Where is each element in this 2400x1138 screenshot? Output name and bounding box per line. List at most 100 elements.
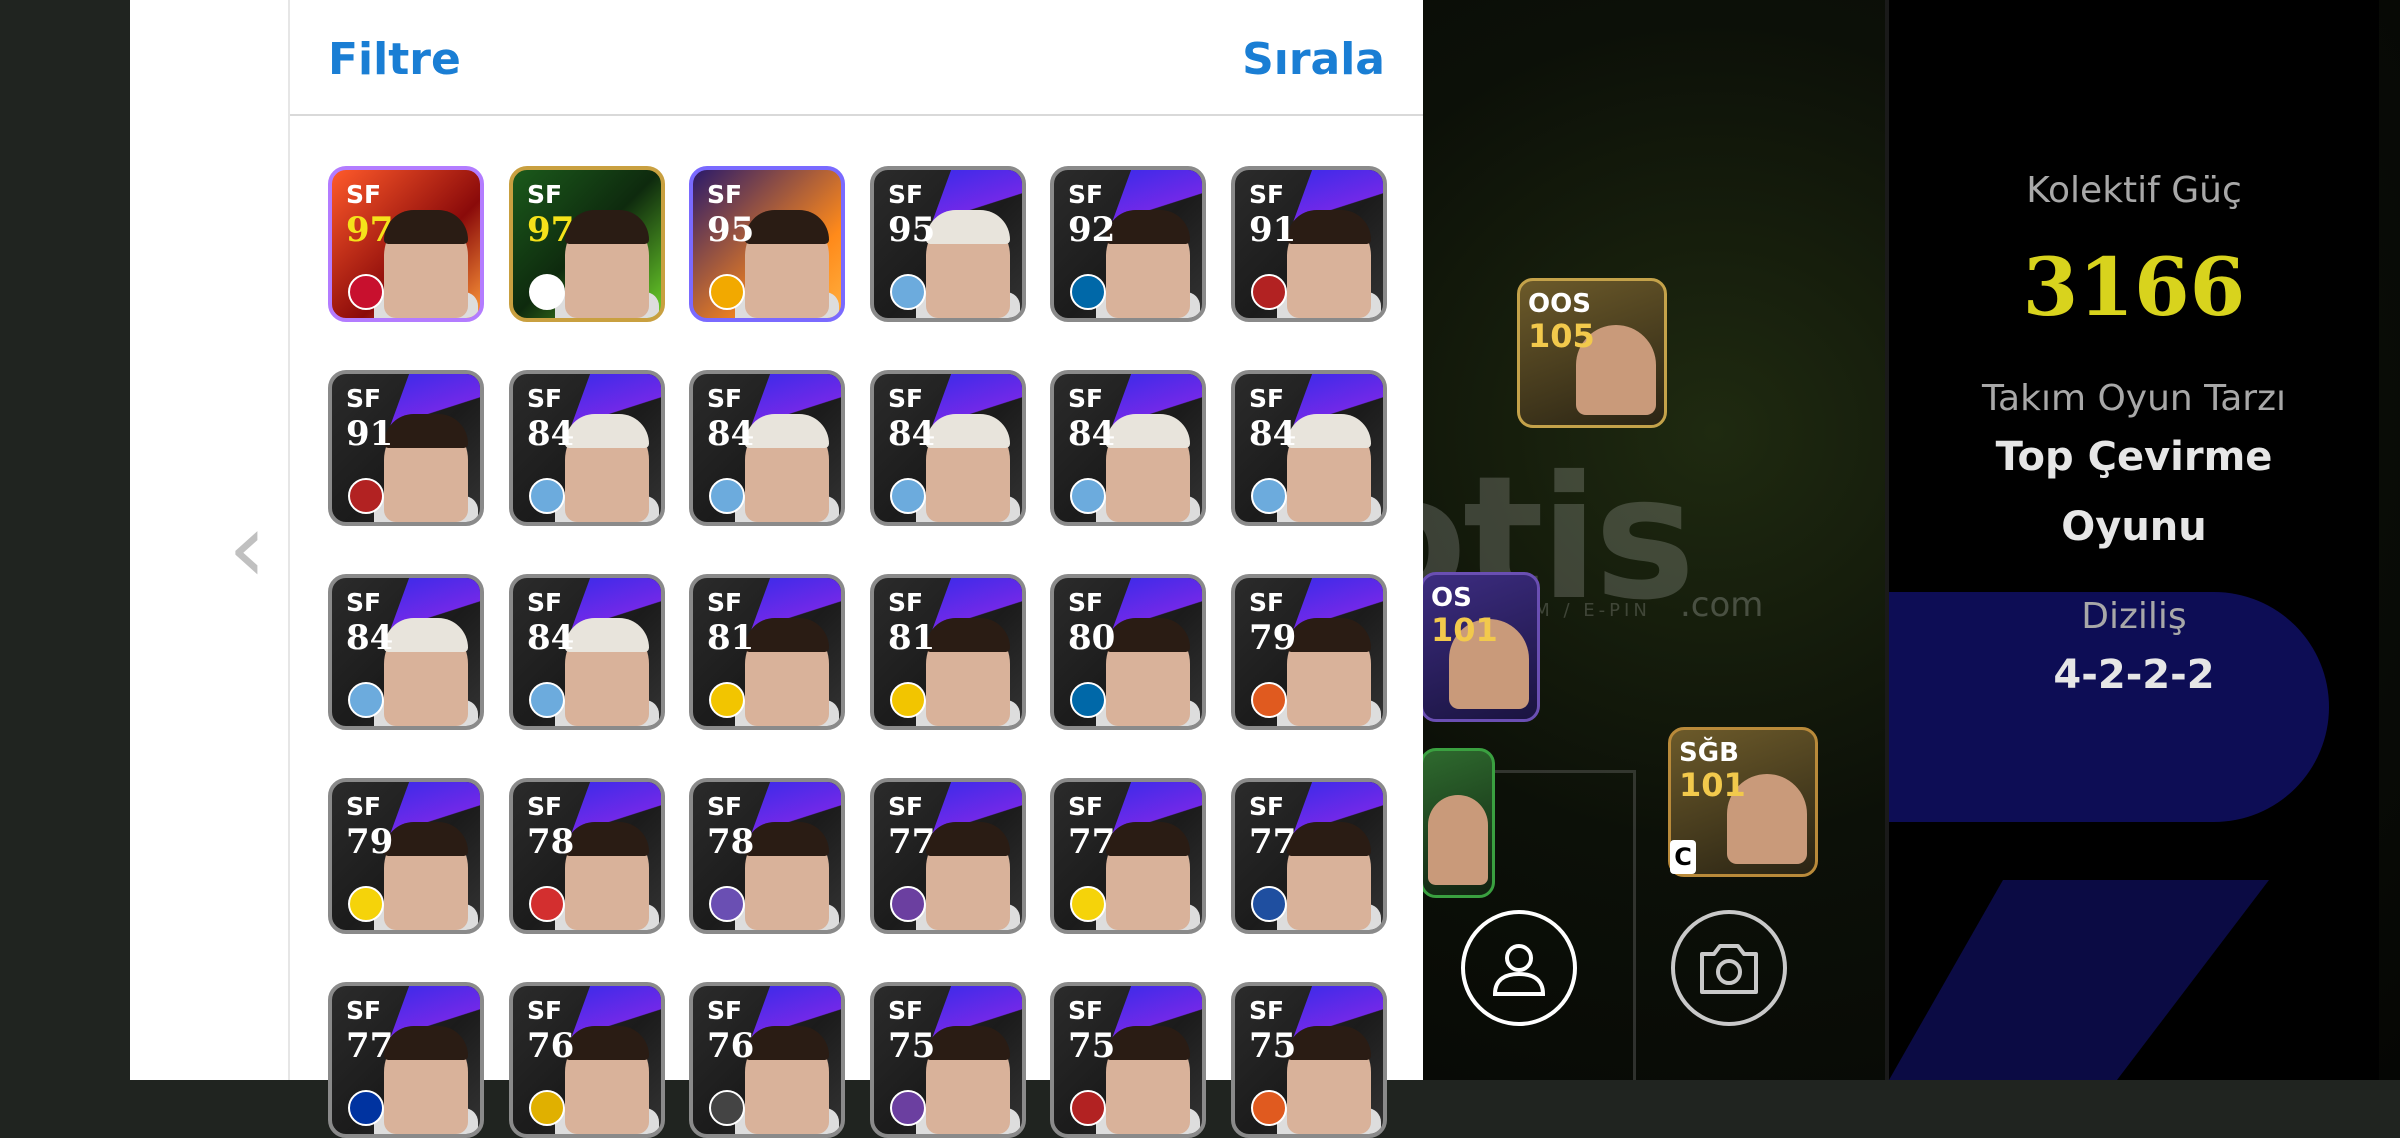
player-card[interactable]: SF 95 (689, 166, 845, 322)
player-card[interactable]: SF 80 (1050, 574, 1206, 730)
player-hair (565, 822, 649, 856)
player-position: SF (1068, 996, 1104, 1025)
player-hair (1287, 618, 1371, 652)
player-card[interactable]: SF 77 (328, 982, 484, 1138)
player-hair (384, 618, 468, 652)
player-rating: 95 (888, 210, 936, 250)
player-card[interactable]: SF 84 (689, 370, 845, 526)
club-badge-icon (1251, 886, 1287, 922)
player-hair (745, 822, 829, 856)
club-badge-icon (1251, 274, 1287, 310)
player-hair (565, 210, 649, 244)
club-badge-icon (348, 1090, 384, 1126)
player-rating: 78 (527, 822, 575, 862)
player-rating: 75 (1249, 1026, 1297, 1066)
player-position: SF (346, 180, 382, 209)
player-card[interactable]: SF 84 (509, 370, 665, 526)
club-badge-icon (1251, 1090, 1287, 1126)
back-arrow-icon[interactable]: ‹ (228, 500, 266, 596)
club-badge-icon (1070, 478, 1106, 514)
player-card[interactable]: SF 91 (1231, 166, 1387, 322)
player-card[interactable]: SF 76 (509, 982, 665, 1138)
club-badge-icon (1070, 682, 1106, 718)
player-card[interactable]: SF 76 (689, 982, 845, 1138)
player-card[interactable]: SF 81 (870, 574, 1026, 730)
player-card[interactable]: SF 77 (1231, 778, 1387, 934)
player-card[interactable]: SF 84 (1231, 370, 1387, 526)
player-card[interactable]: SF 81 (689, 574, 845, 730)
player-rating: 84 (346, 618, 394, 658)
player-hair (745, 618, 829, 652)
player-position: SF (888, 996, 924, 1025)
club-badge-icon (529, 682, 565, 718)
player-position: SF (527, 792, 563, 821)
player-hair (565, 414, 649, 448)
player-hair (384, 822, 468, 856)
player-rating: 84 (1068, 414, 1116, 454)
player-card[interactable]: SF 97 (509, 166, 665, 322)
player-card[interactable]: SF 84 (870, 370, 1026, 526)
player-rating: 97 (527, 210, 575, 250)
player-position: SF (888, 588, 924, 617)
player-card[interactable]: SF 78 (509, 778, 665, 934)
player-card[interactable]: SF 95 (870, 166, 1026, 322)
player-hair (384, 414, 468, 448)
club-badge-icon (890, 478, 926, 514)
player-card[interactable]: SF 75 (870, 982, 1026, 1138)
field-player-card[interactable]: OOS 105 (1517, 278, 1667, 428)
club-badge-icon (890, 1090, 926, 1126)
player-position: SF (707, 996, 743, 1025)
player-position: SF (527, 588, 563, 617)
club-badge-icon (529, 274, 565, 310)
player-position: SF (707, 792, 743, 821)
sort-button[interactable]: Sırala (1242, 34, 1385, 85)
club-badge-icon (1251, 682, 1287, 718)
field-card-rating: 105 (1528, 317, 1595, 355)
player-list-panel: Filtre Sırala SF 97 SF 97 SF 95 SF 95 SF 92 SF 91 SF… (288, 0, 1423, 1138)
play-style-value: Top Çevirme (1995, 434, 2273, 480)
field-card-position: OOS (1528, 289, 1591, 319)
player-card[interactable]: SF 75 (1231, 982, 1387, 1138)
club-badge-icon (1070, 1090, 1106, 1126)
player-rating: 79 (346, 822, 394, 862)
player-position: SF (888, 384, 924, 413)
player-card[interactable]: SF 77 (1050, 778, 1206, 934)
club-badge-icon (529, 478, 565, 514)
player-card[interactable]: SF 79 (1231, 574, 1387, 730)
field-player-card[interactable] (1420, 748, 1495, 898)
club-badge-icon (1070, 886, 1106, 922)
player-position: SF (888, 180, 924, 209)
power-value: 3166 (2022, 240, 2246, 334)
player-rating: 76 (527, 1026, 575, 1066)
player-card[interactable]: SF 75 (1050, 982, 1206, 1138)
formation-value: 4-2-2-2 (2053, 652, 2215, 698)
player-rating: 95 (707, 210, 755, 250)
filter-button[interactable]: Filtre (328, 34, 461, 85)
player-position: SF (1068, 180, 1104, 209)
player-card[interactable]: SF 84 (1050, 370, 1206, 526)
play-style-label: Takım Oyun Tarzı (1982, 378, 2286, 419)
profile-button[interactable] (1461, 910, 1577, 1026)
player-rating: 77 (888, 822, 936, 862)
player-position: SF (527, 180, 563, 209)
camera-button[interactable] (1671, 910, 1787, 1026)
player-rating: 78 (707, 822, 755, 862)
player-card[interactable]: SF 78 (689, 778, 845, 934)
player-position: SF (527, 996, 563, 1025)
player-rating: 75 (1068, 1026, 1116, 1066)
camera-icon (1700, 944, 1758, 994)
player-card[interactable]: SF 84 (509, 574, 665, 730)
player-hair (926, 1026, 1010, 1060)
player-position: SF (1249, 384, 1285, 413)
player-position: SF (1249, 792, 1285, 821)
player-card[interactable]: SF 79 (328, 778, 484, 934)
player-card[interactable]: SF 77 (870, 778, 1026, 934)
player-card[interactable]: SF 84 (328, 574, 484, 730)
list-header: Filtre Sırala (290, 0, 1423, 116)
club-badge-icon (529, 886, 565, 922)
player-card[interactable]: SF 92 (1050, 166, 1206, 322)
player-card[interactable]: SF 91 (328, 370, 484, 526)
field-player-card[interactable]: OS 101 (1420, 572, 1540, 722)
player-card[interactable]: SF 97 (328, 166, 484, 322)
player-rating: 84 (1249, 414, 1297, 454)
